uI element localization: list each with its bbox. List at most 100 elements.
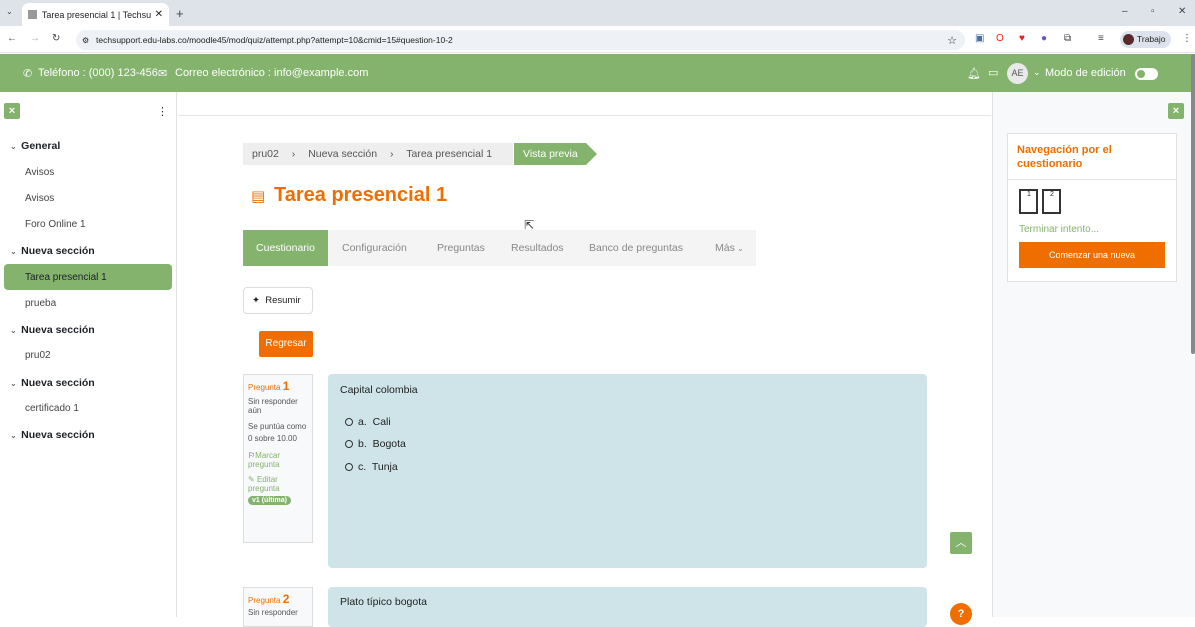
course-index-drawer: × ⋮ ⌄ General Avisos Avisos Foro Online … <box>0 92 177 617</box>
flag-question-link[interactable]: ⚐Marcar pregunta <box>248 451 308 469</box>
question-text: Capital colombia <box>340 384 418 396</box>
user-menu-chevron-icon[interactable]: ⌄ <box>1033 67 1041 78</box>
menu-dots-icon[interactable]: ⋮ <box>1182 34 1192 44</box>
question-nav-button[interactable]: 2 <box>1042 189 1061 214</box>
section-general[interactable]: ⌄ General <box>10 140 60 152</box>
tab-banco-preguntas[interactable]: Banco de preguntas <box>589 230 683 266</box>
breadcrumb-separator-icon: › <box>291 148 296 160</box>
bookmark-star-icon[interactable]: ☆ <box>947 34 957 47</box>
user-avatar[interactable]: AE <box>1007 63 1028 84</box>
breadcrumb-separator-icon: › <box>390 148 394 160</box>
new-tab-icon[interactable]: + <box>176 7 184 20</box>
page-title: Tarea presencial 1 <box>274 184 448 206</box>
close-drawer-icon[interactable]: × <box>4 103 20 119</box>
address-bar[interactable]: ⚙ techsupport.edu-labs.co/moodle45/mod/q… <box>76 30 965 50</box>
tab-resultados[interactable]: Resultados <box>511 230 564 266</box>
question-nav-button[interactable]: 1 <box>1019 189 1038 214</box>
back-button[interactable]: Regresar <box>259 331 313 357</box>
minimize-icon[interactable]: – <box>1122 7 1128 17</box>
section-nueva-seccion[interactable]: ⌄ Nueva sección <box>10 377 95 389</box>
help-icon[interactable]: ? <box>950 603 972 625</box>
restore-icon[interactable]: ▫ <box>1151 7 1155 17</box>
tab-preguntas[interactable]: Preguntas <box>437 230 485 266</box>
notification-bell-icon[interactable]: 🔔︎ <box>967 67 981 80</box>
question-status: Sin responder <box>248 608 298 617</box>
close-window-icon[interactable]: ✕ <box>1178 7 1186 17</box>
section-nueva-seccion[interactable]: ⌄ Nueva sección <box>10 324 95 336</box>
profile-avatar-icon <box>1123 34 1134 45</box>
course-item[interactable]: certificado 1 <box>25 403 79 414</box>
block-title: Navegación por el cuestionario <box>1008 134 1176 180</box>
answer-option[interactable]: c. Tunja <box>345 461 398 473</box>
course-item[interactable]: Avisos <box>25 167 54 178</box>
quiz-navigation-block: Navegación por el cuestionario 1 2 Termi… <box>1007 133 1177 282</box>
edit-question-link[interactable]: ✎ Editar pregunta <box>248 475 308 493</box>
course-item[interactable]: pru02 <box>25 350 51 361</box>
extension2-icon[interactable]: ● <box>1041 34 1047 44</box>
page-scrollbar[interactable] <box>1191 54 1195 354</box>
answer-option[interactable]: a. Cali <box>345 416 391 428</box>
email-icon: ✉ <box>158 68 168 80</box>
heart-icon[interactable]: ♥ <box>1019 34 1025 44</box>
sparkle-icon: ✦ <box>252 295 260 306</box>
tab-title: Tarea presencial 1 | Techsuppo <box>41 9 151 20</box>
phone-text: Teléfono : (000) 123-456 <box>38 67 158 79</box>
reload-icon[interactable]: ↻ <box>52 34 60 44</box>
back-to-top-icon[interactable]: ︿ <box>950 532 972 554</box>
question-info: Pregunta 1 Sin responder aún Se puntúa c… <box>243 374 313 543</box>
phone-icon: ✆ <box>23 68 33 80</box>
answer-option[interactable]: b. Bogota <box>345 438 406 450</box>
summarize-button[interactable]: ✦ Resumir <box>243 287 313 314</box>
course-item[interactable]: Foro Online 1 <box>25 219 86 230</box>
extensions-icon[interactable]: ⧉ <box>1064 34 1071 44</box>
course-item-active[interactable]: Tarea presencial 1 <box>25 272 107 283</box>
radio-button <box>345 440 353 449</box>
edit-mode-label: Modo de edición <box>1045 67 1126 79</box>
tab-list-icon[interactable]: ⌄ <box>6 8 13 16</box>
question-content: Plato típico bogota <box>328 587 927 627</box>
back-icon[interactable]: ← <box>7 34 17 44</box>
browser-tab[interactable]: Tarea presencial 1 | Techsuppo ✕ <box>22 3 169 26</box>
question-text: Plato típico bogota <box>340 596 427 608</box>
tab-close-icon[interactable]: ✕ <box>155 9 163 20</box>
forward-icon[interactable]: → <box>30 34 40 44</box>
question-number: 1 <box>282 379 290 393</box>
question-label: Pregunta <box>248 383 281 392</box>
edit-mode-toggle[interactable] <box>1135 68 1158 80</box>
course-item[interactable]: Avisos <box>25 193 54 204</box>
messages-icon[interactable]: ▭ <box>988 66 998 79</box>
close-block-drawer-icon[interactable]: × <box>1168 103 1184 119</box>
breadcrumb-current: Vista previa <box>514 143 586 165</box>
extension-icon[interactable]: ▣ <box>975 34 984 44</box>
question-grade: Se puntúa como 0 sobre 10.00 <box>248 422 307 443</box>
url-text: techsupport.edu-labs.co/moodle45/mod/qui… <box>96 35 453 45</box>
divider <box>178 115 991 116</box>
section-nueva-seccion[interactable]: ⌄ Nueva sección <box>10 429 95 441</box>
question-number: 2 <box>282 592 290 606</box>
breadcrumb-item[interactable]: pru02 <box>252 148 279 160</box>
question-status: Sin responder aún <box>248 397 298 415</box>
quiz-icon: ▤ <box>251 188 266 205</box>
tab-configuracion[interactable]: Configuración <box>342 230 407 266</box>
course-item[interactable]: prueba <box>25 298 56 309</box>
pencil-icon: ✎ <box>248 475 255 484</box>
drawer-menu-icon[interactable]: ⋮ <box>157 105 168 118</box>
question-content: Capital colombia a. Cali b. Bogota c. Tu… <box>328 374 927 568</box>
radio-button <box>345 418 353 427</box>
tab-mas[interactable]: Más ⌄ <box>715 230 744 266</box>
quiz-navigation-drawer: × Navegación por el cuestionario 1 2 Ter… <box>992 92 1195 617</box>
breadcrumb-item[interactable]: Tarea presencial 1 <box>406 148 492 160</box>
browser-tabbar: ⌄ Tarea presencial 1 | Techsuppo ✕ + – ▫… <box>0 0 1195 26</box>
site-info-icon[interactable]: ⚙ <box>82 36 89 45</box>
tab-cuestionario[interactable]: Cuestionario <box>243 230 328 266</box>
finish-attempt-link[interactable]: Terminar intento... <box>1019 224 1099 235</box>
profile-chip[interactable]: Trabajo <box>1120 31 1171 48</box>
media-icon[interactable]: ≡ <box>1098 34 1104 44</box>
breadcrumb-item[interactable]: Nueva sección <box>308 148 377 160</box>
start-new-preview-button[interactable]: Comenzar una nueva <box>1019 242 1165 268</box>
browser-toolbar: ← → ↻ ⚙ techsupport.edu-labs.co/moodle45… <box>0 26 1195 53</box>
section-nueva-seccion[interactable]: ⌄ Nueva sección <box>10 245 95 257</box>
breadcrumb-arrow <box>586 143 597 165</box>
question-info: Pregunta 2 Sin responder <box>243 587 313 627</box>
opera-icon[interactable]: O <box>996 34 1004 44</box>
